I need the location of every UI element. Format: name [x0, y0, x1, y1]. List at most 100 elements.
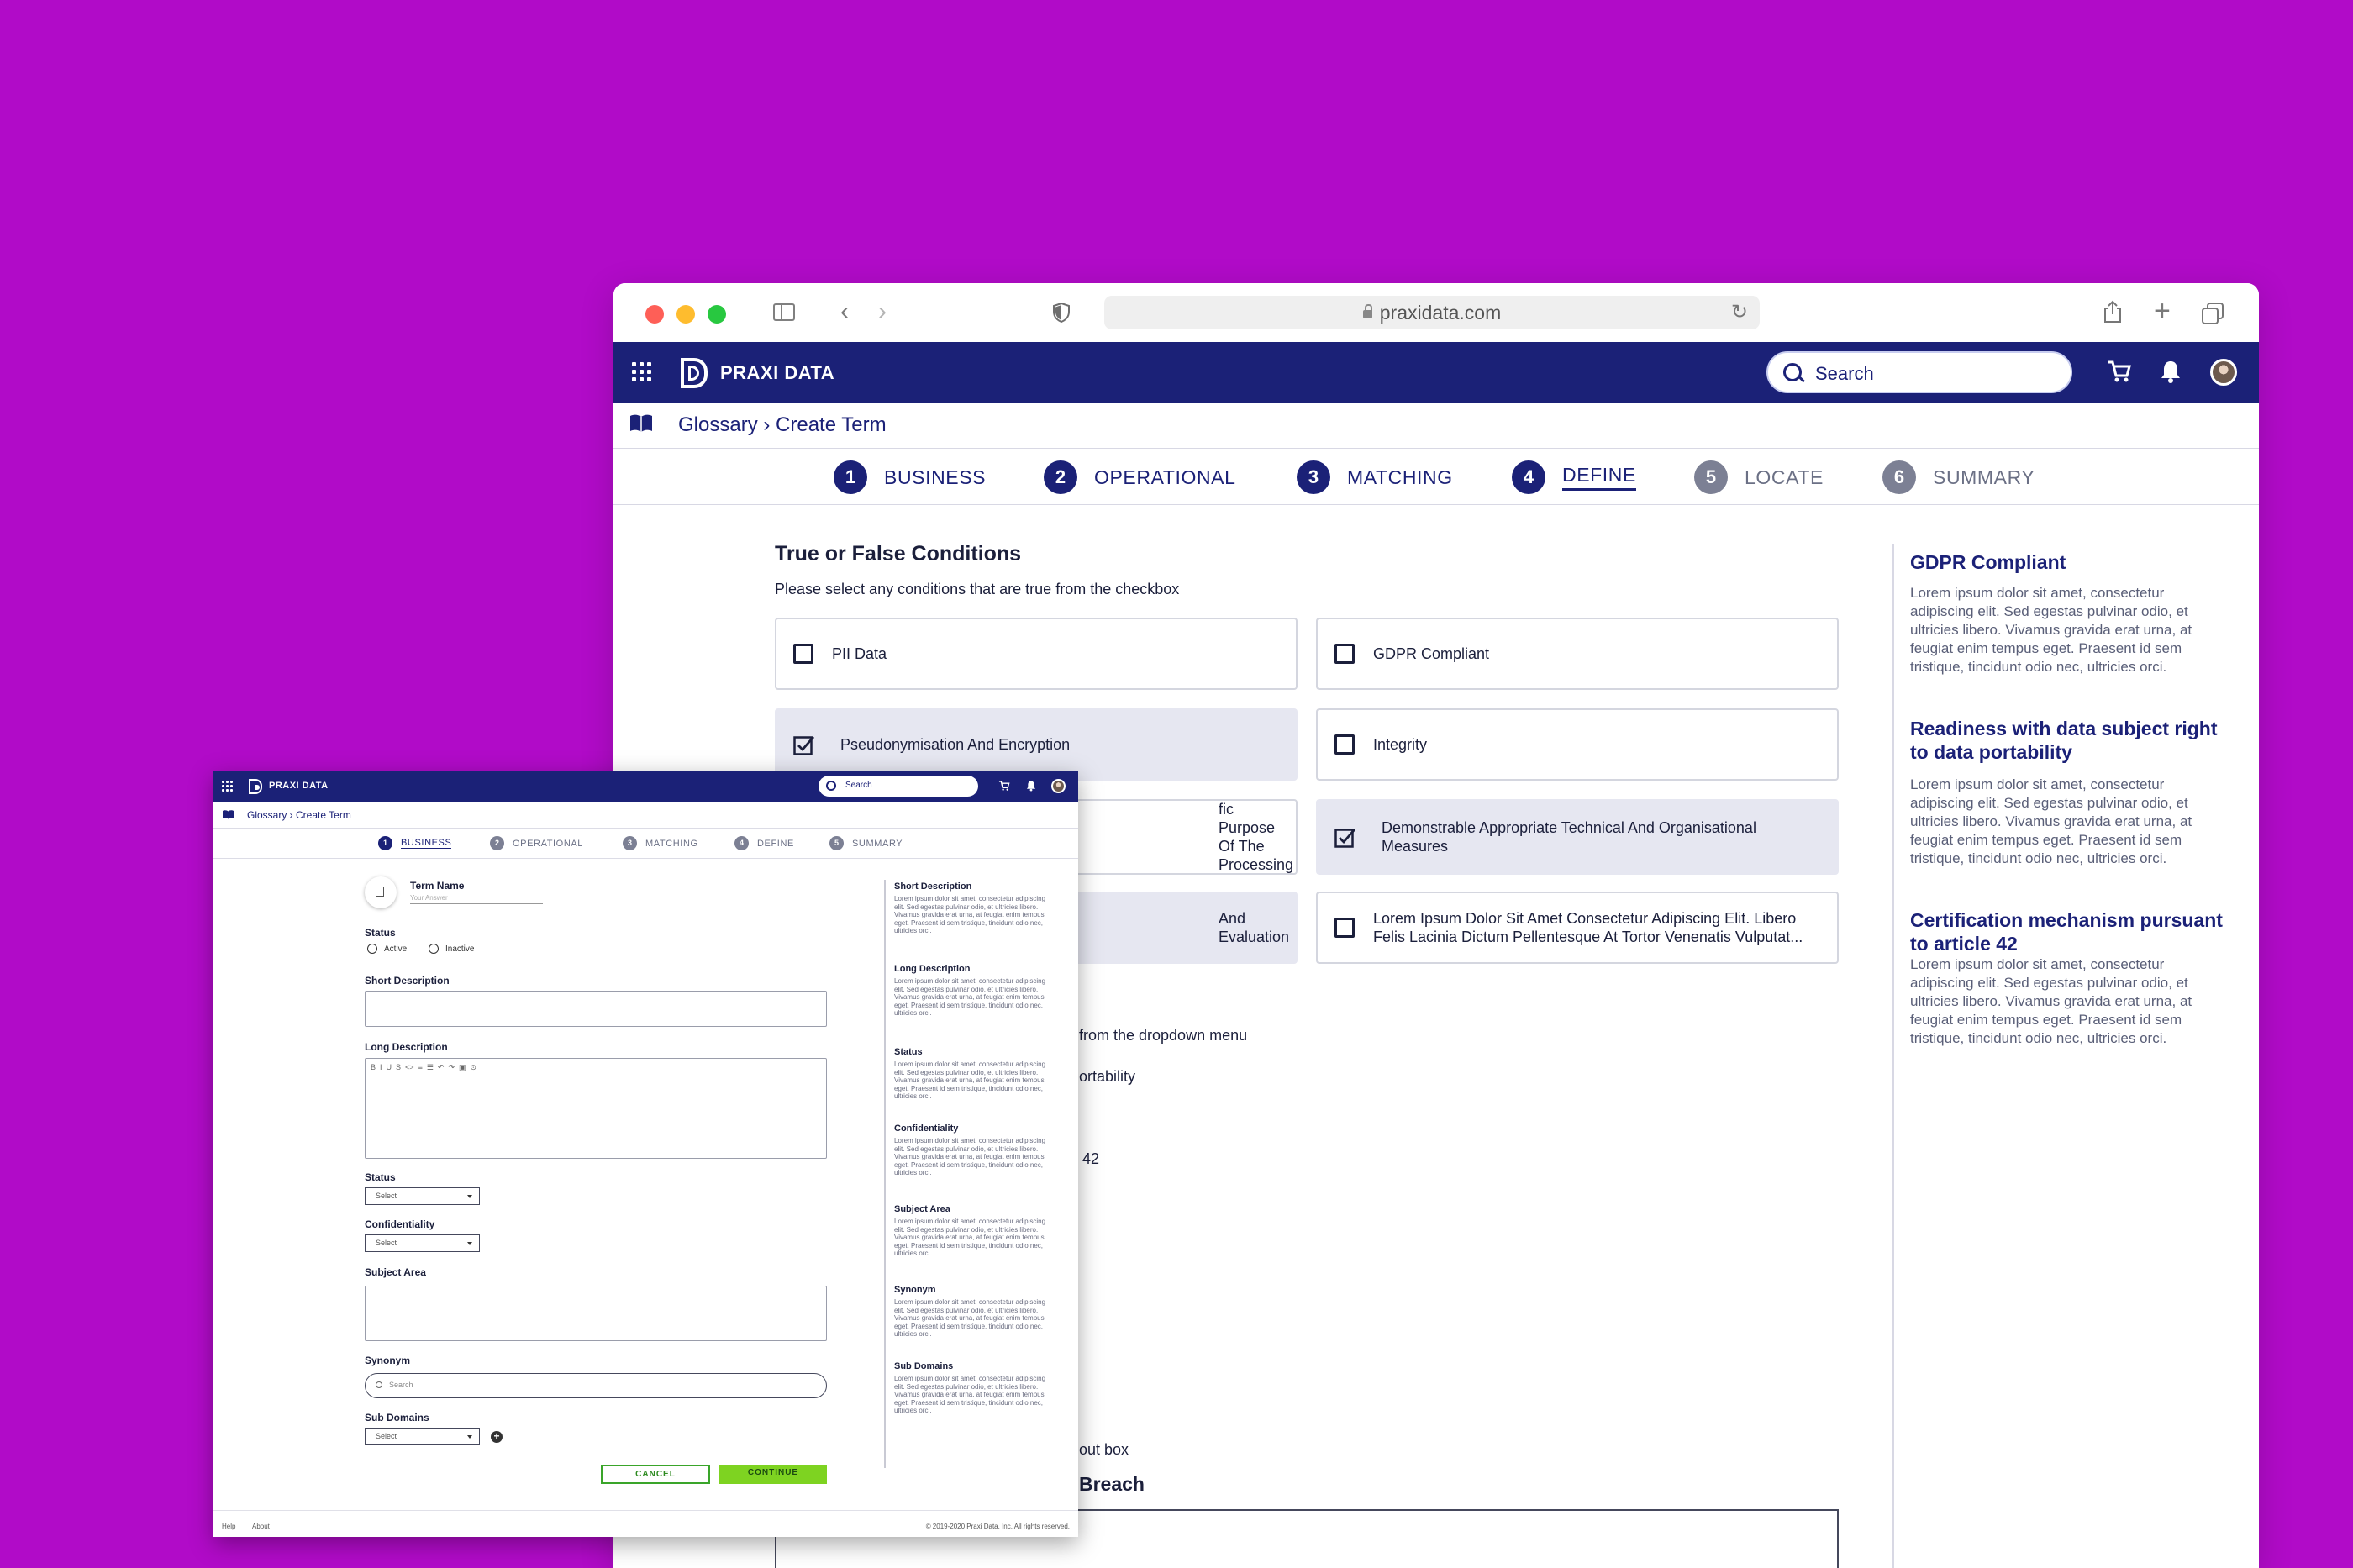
- cancel-button[interactable]: CANCEL: [601, 1465, 710, 1484]
- step-matching[interactable]: 3 MATCHING: [623, 836, 698, 850]
- status-select[interactable]: Select: [365, 1187, 480, 1205]
- reload-icon[interactable]: ↻: [1731, 296, 1748, 329]
- bold-icon[interactable]: B: [371, 1063, 376, 1071]
- breadcrumb[interactable]: Glossary › Create Term: [678, 413, 887, 437]
- long-description-editor[interactable]: B I U S <> ≡ ☰ ↶ ↷ ▣ ⊙: [365, 1058, 827, 1159]
- notification-bell-icon[interactable]: [1026, 780, 1036, 796]
- new-tab-icon[interactable]: +: [2154, 297, 2171, 325]
- checked-checkbox-icon[interactable]: [793, 734, 815, 755]
- step-define[interactable]: 4 DEFINE: [1512, 460, 1636, 494]
- settings-icon[interactable]: ⊙: [471, 1063, 477, 1072]
- sub-domains-label: Sub Domains: [365, 1412, 429, 1423]
- tab-overview-icon[interactable]: [2202, 303, 2224, 324]
- step-label: OPERATIONAL: [513, 838, 584, 849]
- share-icon[interactable]: [2103, 300, 2123, 328]
- footer-help-link[interactable]: Help: [222, 1523, 235, 1530]
- step-matching[interactable]: 3 MATCHING: [1297, 460, 1453, 494]
- term-name-input[interactable]: Your Answer: [410, 894, 543, 904]
- strikethrough-icon[interactable]: S: [396, 1063, 401, 1071]
- help-title: Short Description: [894, 881, 972, 892]
- notification-bell-icon[interactable]: [2160, 359, 2182, 388]
- code-icon[interactable]: <>: [405, 1063, 414, 1071]
- footer: Help About © 2019-2020 Praxi Data, Inc. …: [213, 1510, 1078, 1537]
- app-header: PRAXI DATA Search: [613, 342, 2259, 403]
- dropdown-hint-text: from the dropdown menu: [1079, 1027, 1248, 1044]
- step-number: 5: [1694, 460, 1728, 494]
- address-bar[interactable]: praxidata.com ↻: [1104, 296, 1760, 329]
- italic-icon[interactable]: I: [380, 1063, 382, 1071]
- step-operational[interactable]: 2 OPERATIONAL: [1044, 460, 1236, 494]
- add-sub-domain-icon[interactable]: +: [491, 1431, 503, 1443]
- condition-gdpr-compliant[interactable]: GDPR Compliant: [1316, 618, 1839, 690]
- checkbox-icon[interactable]: [1334, 644, 1355, 664]
- user-avatar[interactable]: [2210, 359, 2237, 386]
- help-title: Status: [894, 1047, 923, 1057]
- maximize-window-button[interactable]: [708, 305, 726, 324]
- privacy-shield-icon[interactable]: [1053, 302, 1070, 324]
- cart-icon[interactable]: [998, 780, 1010, 796]
- confidentiality-select[interactable]: Select: [365, 1234, 480, 1252]
- radio-inactive[interactable]: [429, 944, 439, 954]
- image-icon[interactable]: ▣: [459, 1063, 466, 1072]
- underline-icon[interactable]: U: [387, 1063, 392, 1071]
- breadcrumb-bar: Glossary › Create Term: [213, 802, 1078, 829]
- step-number: 5: [829, 836, 844, 850]
- help-title: Sub Domains: [894, 1361, 954, 1371]
- back-arrow-icon[interactable]: ‹: [840, 299, 849, 324]
- step-business[interactable]: 1 BUSINESS: [834, 460, 986, 494]
- synonym-placeholder: Search: [389, 1381, 413, 1389]
- condition-pii-data[interactable]: PII Data: [775, 618, 1298, 690]
- term-image-upload[interactable]: [365, 876, 397, 908]
- subject-area-input[interactable]: [365, 1286, 827, 1341]
- editor-toolbar: B I U S <> ≡ ☰ ↶ ↷ ▣ ⊙: [366, 1059, 826, 1076]
- condition-technical-measures[interactable]: Demonstrable Appropriate Technical And O…: [1316, 799, 1839, 875]
- apps-grid-icon[interactable]: [222, 781, 233, 792]
- ordered-list-icon[interactable]: ≡: [418, 1063, 423, 1071]
- help-body: Lorem ipsum dolor sit amet, consectetur …: [1910, 776, 2192, 866]
- sub-domains-select[interactable]: Select: [365, 1428, 480, 1445]
- sidebar-toggle-icon[interactable]: [773, 303, 795, 321]
- step-number: 3: [1297, 460, 1330, 494]
- apps-grid-icon[interactable]: [632, 362, 651, 381]
- step-number: 2: [1044, 460, 1077, 494]
- breadcrumb[interactable]: Glossary › Create Term: [247, 809, 351, 821]
- help-body: Lorem ipsum dolor sit amet, consectetur …: [894, 1375, 1046, 1415]
- radio-active[interactable]: [367, 944, 377, 954]
- conditions-title: True or False Conditions: [775, 542, 1022, 566]
- continue-button[interactable]: CONTINUE: [719, 1465, 827, 1484]
- step-business[interactable]: 1 BUSINESS: [378, 836, 452, 850]
- bullet-list-icon[interactable]: ☰: [427, 1063, 434, 1072]
- condition-label: And Evaluation: [1219, 910, 1290, 945]
- step-operational[interactable]: 2 OPERATIONAL: [490, 836, 583, 850]
- cart-icon[interactable]: [2107, 359, 2132, 388]
- confidentiality-label: Confidentiality: [365, 1218, 435, 1230]
- step-label: MATCHING: [645, 838, 698, 849]
- search-input[interactable]: Search: [1766, 351, 2072, 393]
- condition-lorem[interactable]: Lorem Ipsum Dolor Sit Amet Consectetur A…: [1316, 892, 1839, 964]
- search-input[interactable]: Search: [819, 776, 978, 797]
- checkbox-icon[interactable]: [793, 644, 813, 664]
- step-number: 1: [378, 836, 392, 850]
- checkbox-icon[interactable]: [1334, 734, 1355, 755]
- close-window-button[interactable]: [645, 305, 664, 324]
- checked-checkbox-icon[interactable]: [1334, 826, 1356, 848]
- user-avatar[interactable]: [1051, 779, 1066, 793]
- step-number: 6: [1882, 460, 1916, 494]
- checkbox-icon[interactable]: [1334, 918, 1355, 938]
- undo-icon[interactable]: ↶: [438, 1063, 445, 1072]
- minimize-window-button[interactable]: [676, 305, 695, 324]
- step-summary[interactable]: 6 SUMMARY: [1882, 460, 2035, 494]
- step-define[interactable]: 4 DEFINE: [734, 836, 794, 850]
- step-label: SUMMARY: [852, 838, 903, 849]
- condition-integrity[interactable]: Integrity: [1316, 708, 1839, 781]
- browser-toolbar: ‹ › praxidata.com ↻ +: [613, 283, 2259, 342]
- help-title: Long Description: [894, 964, 971, 974]
- synonym-search-input[interactable]: Search: [365, 1373, 827, 1398]
- short-description-input[interactable]: [365, 991, 827, 1027]
- step-summary[interactable]: 5 SUMMARY: [829, 836, 903, 850]
- redo-icon[interactable]: ↷: [448, 1063, 455, 1072]
- forward-arrow-icon[interactable]: ›: [878, 299, 887, 324]
- step-locate[interactable]: 5 LOCATE: [1694, 460, 1824, 494]
- search-placeholder: Search: [845, 781, 872, 790]
- footer-about-link[interactable]: About: [252, 1523, 270, 1530]
